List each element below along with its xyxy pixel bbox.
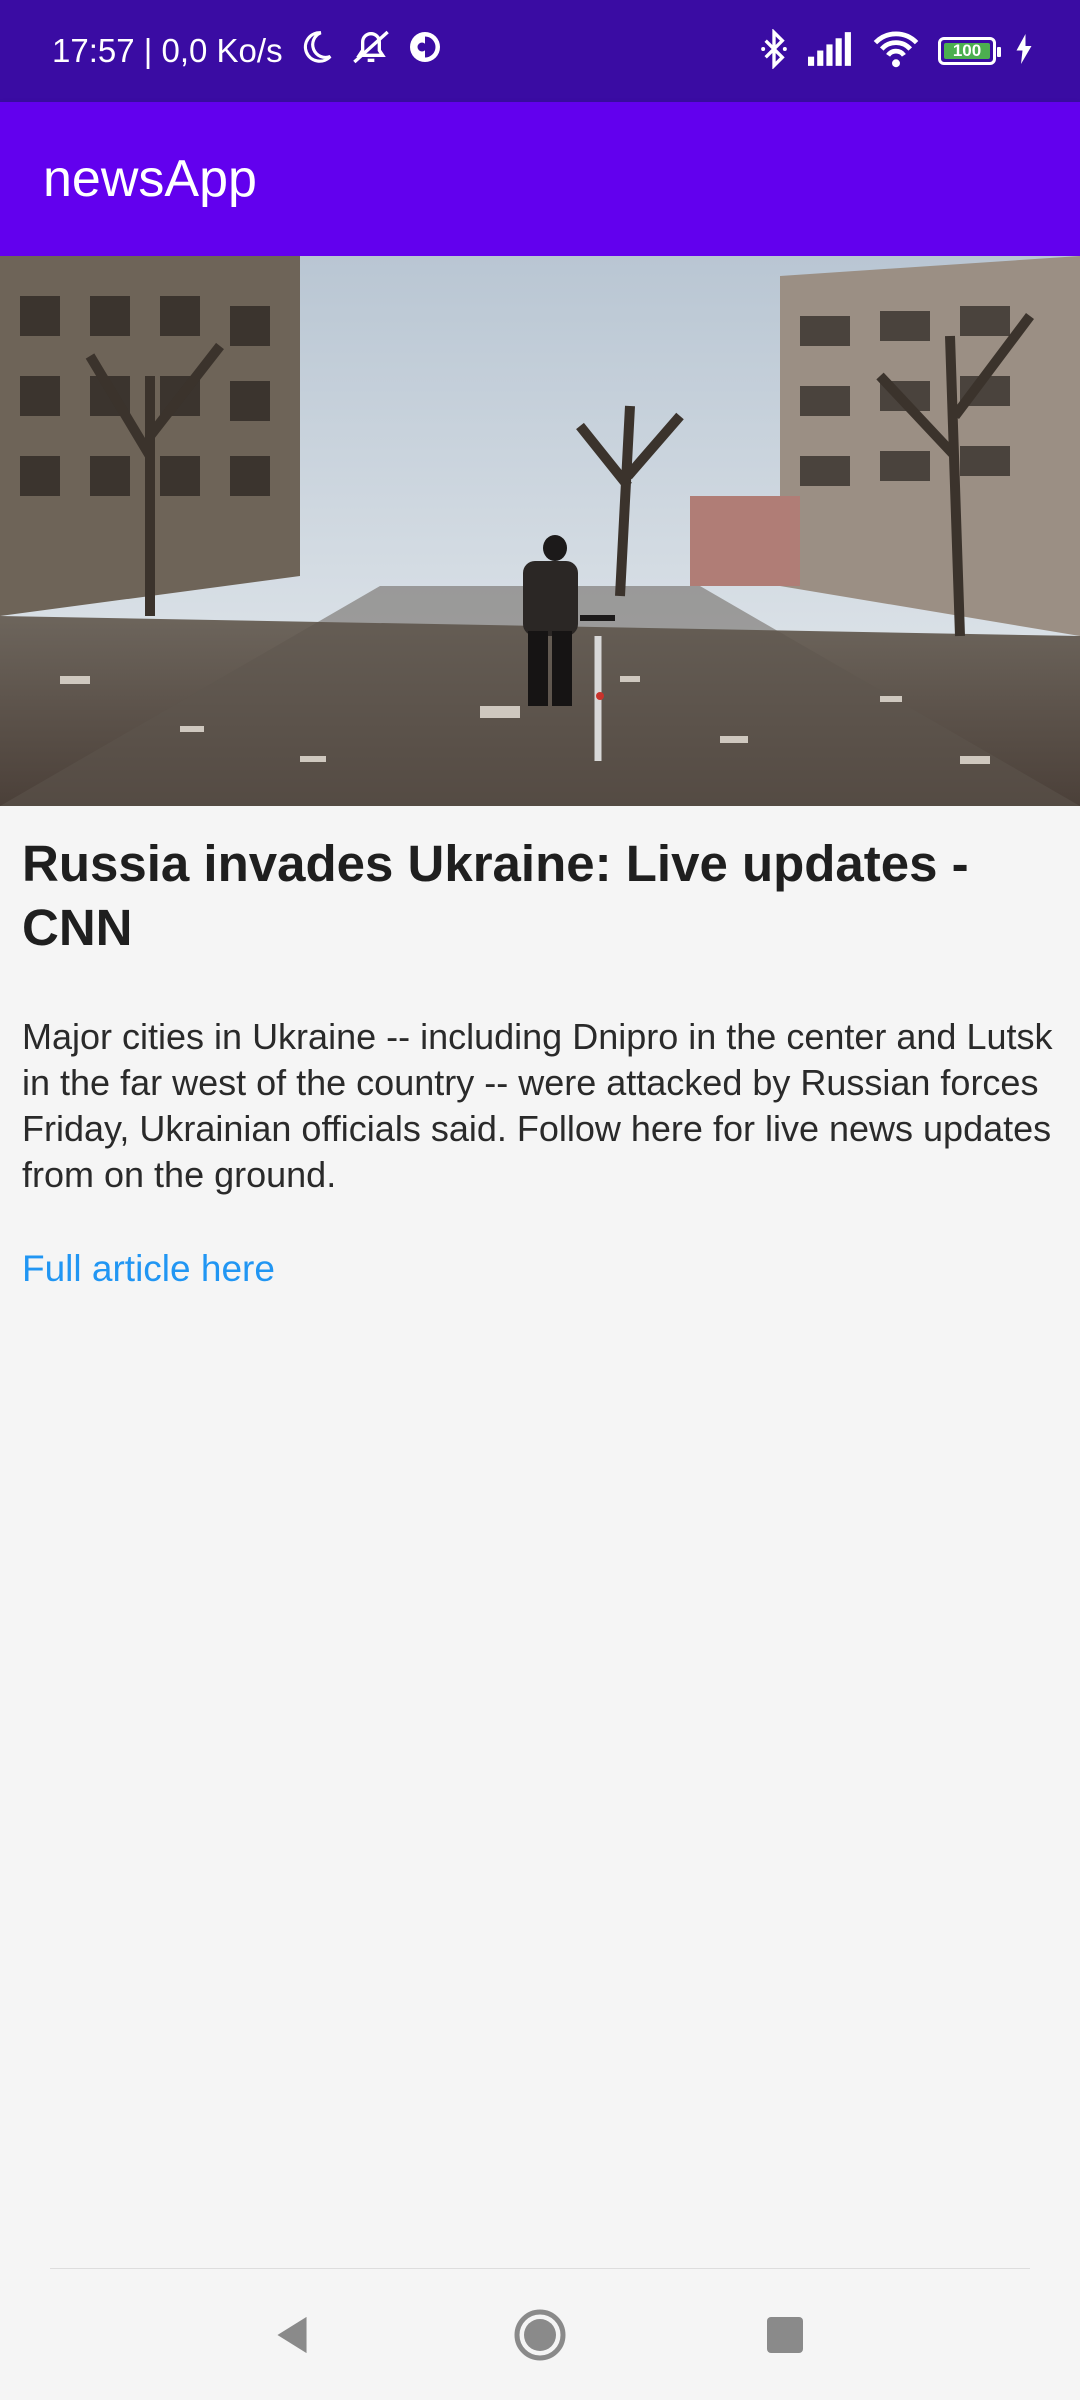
full-article-link[interactable]: Full article here [22,1248,275,1290]
alarm-off-icon [349,27,393,75]
status-right: 100 [758,0,1034,102]
article-title: Russia invades Ukraine: Live updates - C… [22,835,969,956]
charging-icon [1014,33,1034,69]
moon-icon [297,28,335,74]
app-title: newsApp [43,150,257,208]
article-photo [0,256,1080,806]
data-saver-icon [407,29,443,73]
wifi-icon [872,30,920,73]
battery-icon: 100 [938,37,1001,65]
article-image [0,256,1080,806]
navigation-bar [0,2269,1080,2400]
home-icon[interactable] [480,2269,600,2400]
status-left: 17:57 | 0,0 Ko/s [52,0,443,102]
article-description: Major cities in Ukraine -- including Dni… [22,1016,1053,1195]
status-time-speed: 17:57 | 0,0 Ko/s [52,32,283,69]
recents-icon[interactable] [725,2269,845,2400]
signal-icon [808,31,854,71]
bluetooth-icon [758,27,790,74]
app-bar: newsApp [0,102,1080,256]
status-bar: 17:57 | 0,0 Ko/s 100 [0,0,1080,102]
battery-level: 100 [952,41,982,60]
back-icon[interactable] [232,2269,352,2400]
